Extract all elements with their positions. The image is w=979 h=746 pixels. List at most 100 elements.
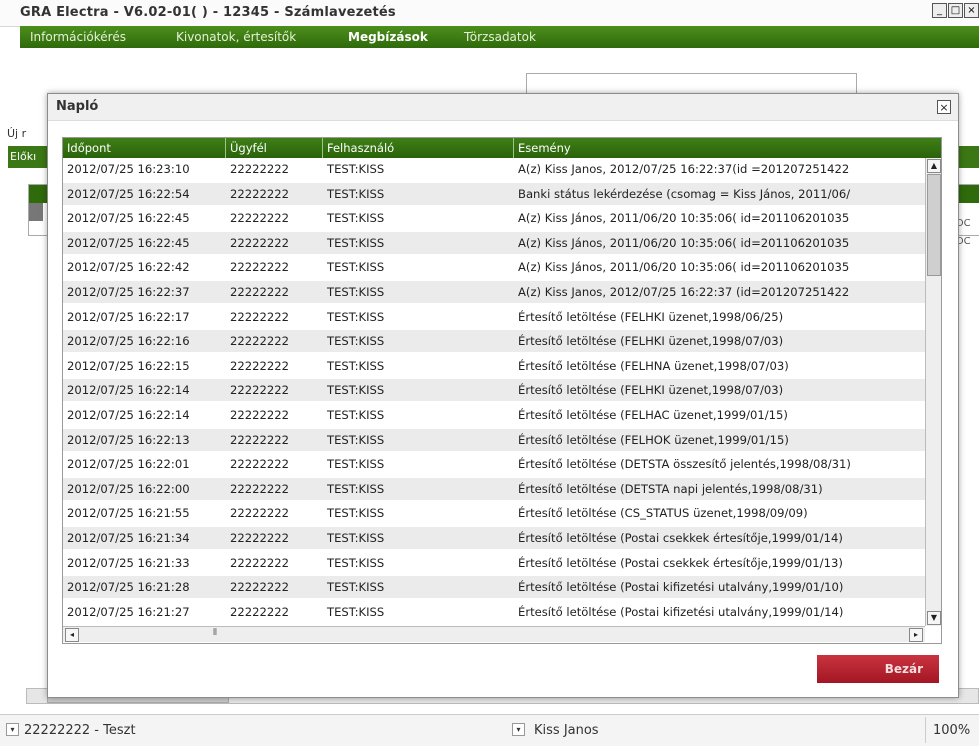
cell-esemeny: A(z) Kiss János, 2011/06/20 10:35:06( id… xyxy=(518,235,850,250)
table-row[interactable]: 2012/07/25 16:21:28 22222222 TEST:KISS Érte… xyxy=(63,576,925,599)
table-row[interactable]: 2012/07/25 16:22:14 22222222 TEST:KISS Érte… xyxy=(63,379,925,402)
cell-felhasznalo: TEST:KISS xyxy=(327,555,385,570)
menu-item-megbizasok[interactable]: Megbízások xyxy=(348,30,428,44)
window-title: GRA Electra - V6.02-01( ) - 12345 - Szám… xyxy=(20,5,396,20)
statusbar: ▾ 22222222 - Teszt ▾ Kiss Janos 100% xyxy=(0,714,979,746)
table-row[interactable]: 2012/07/25 16:22:13 22222222 TEST:KISS Érte… xyxy=(63,428,925,451)
cell-idopont: 2012/07/25 16:22:42 xyxy=(67,260,190,275)
table-row[interactable]: 2012/07/25 16:22:45 22222222 TEST:KISS A(z)… xyxy=(63,207,925,230)
cell-idopont: 2012/07/25 16:22:14 xyxy=(67,383,190,398)
table-row[interactable]: 2012/07/25 16:22:16 22222222 TEST:KISS Érte… xyxy=(63,330,925,353)
side-tab-label: Előkı xyxy=(10,150,37,163)
table-row[interactable]: 2012/07/25 16:22:14 22222222 TEST:KISS Érte… xyxy=(63,404,925,426)
cell-esemeny: A(z) Kiss János, 2011/06/20 10:35:06( id… xyxy=(518,260,850,275)
cell-felhasznalo: TEST:KISS xyxy=(327,408,385,422)
cell-esemeny: Értesítő letöltése (Postai csekkek értes… xyxy=(518,531,843,545)
statusbar-separator xyxy=(925,717,926,743)
cell-ugyfel: 22222222 xyxy=(230,334,290,349)
horizontal-scrollbar[interactable]: ◂ ⦀ ▸ xyxy=(63,626,925,642)
window-titlebar: GRA Electra - V6.02-01( ) - 12345 - Szám… xyxy=(0,0,979,27)
scroll-left-icon[interactable]: ◂ xyxy=(65,628,79,642)
user-dropdown-icon[interactable]: ▾ xyxy=(512,723,525,736)
cell-esemeny: Értesítő letöltése (FELHKI üzenet,1998/0… xyxy=(518,309,784,324)
cell-idopont: 2012/07/25 16:22:15 xyxy=(67,358,190,373)
column-header-ugyfel[interactable]: Ügyfél xyxy=(226,138,323,158)
vertical-scrollbar[interactable]: ▲ ▼ xyxy=(925,158,941,626)
log-table: Időpont Ügyfél Felhasználó Esemény 2012/… xyxy=(62,137,942,644)
cell-esemeny: Értesítő letöltése (Postai kifizetési ut… xyxy=(518,580,844,595)
scroll-down-icon[interactable]: ▼ xyxy=(927,611,941,625)
cell-felhasznalo: TEST:KISS xyxy=(327,186,385,201)
cell-ugyfel: 22222222 xyxy=(230,358,290,373)
close-window-button[interactable]: × xyxy=(964,3,979,18)
table-row[interactable]: 2012/07/25 16:22:54 22222222 TEST:KISS Bank… xyxy=(63,182,925,205)
cell-ugyfel: 22222222 xyxy=(230,235,290,250)
cell-idopont: 2012/07/25 16:23:10 xyxy=(67,162,190,176)
cell-felhasznalo: TEST:KISS xyxy=(327,481,385,496)
minimize-button[interactable]: _ xyxy=(932,3,947,18)
cell-idopont: 2012/07/25 16:21:28 xyxy=(67,580,190,595)
cell-ugyfel: 22222222 xyxy=(230,481,290,496)
client-selector[interactable]: 22222222 - Teszt xyxy=(24,723,136,738)
cell-esemeny: Értesítő letöltése (DETSTA összesítő jel… xyxy=(518,457,851,472)
log-table-header: Időpont Ügyfél Felhasználó Esemény xyxy=(63,138,941,158)
cell-esemeny: Értesítő letöltése (FELHAC üzenet,1999/0… xyxy=(518,408,788,422)
table-row[interactable]: 2012/07/25 16:22:42 22222222 TEST:KISS A(z)… xyxy=(63,256,925,279)
table-row[interactable]: 2012/07/25 16:21:27 22222222 TEST:KISS Érte… xyxy=(63,600,925,623)
table-row[interactable]: 2012/07/25 16:23:10 22222222 TEST:KISS A(z)… xyxy=(63,158,925,180)
cell-idopont: 2012/07/25 16:21:33 xyxy=(67,555,190,570)
table-row[interactable]: 2012/07/25 16:22:17 22222222 TEST:KISS Érte… xyxy=(63,305,925,328)
table-row[interactable]: 2012/07/25 16:22:15 22222222 TEST:KISS Érte… xyxy=(63,354,925,377)
vertical-scroll-thumb[interactable] xyxy=(927,174,941,276)
table-row[interactable]: 2012/07/25 16:22:37 22222222 TEST:KISS A(z)… xyxy=(63,281,925,303)
client-dropdown-icon[interactable]: ▾ xyxy=(6,723,19,736)
dialog-titlebar: Napló × xyxy=(48,94,958,121)
menu-item-torzsadatok[interactable]: Törzsadatok xyxy=(464,30,536,44)
cell-felhasznalo: TEST:KISS xyxy=(327,211,385,226)
cell-esemeny: Értesítő letöltése (FELHOK üzenet,1999/0… xyxy=(518,432,789,447)
scroll-right-icon[interactable]: ▸ xyxy=(909,628,923,642)
scroll-up-icon[interactable]: ▲ xyxy=(927,159,941,173)
cell-idopont: 2012/07/25 16:22:54 xyxy=(67,186,190,201)
table-row[interactable]: 2012/07/25 16:21:33 22222222 TEST:KISS Érte… xyxy=(63,551,925,574)
menu-item-informaciokeres[interactable]: Információkérés xyxy=(30,30,126,44)
table-row[interactable]: 2012/07/25 16:22:01 22222222 TEST:KISS Érte… xyxy=(63,453,925,476)
cell-ugyfel: 22222222 xyxy=(230,211,290,226)
cell-felhasznalo: TEST:KISS xyxy=(327,235,385,250)
new-label: Új r xyxy=(7,127,27,140)
log-dialog: Napló × Időpont Ügyfél Felhasználó Esemé… xyxy=(47,93,959,698)
table-row[interactable]: 2012/07/25 16:21:55 22222222 TEST:KISS Érte… xyxy=(63,502,925,525)
background-table-row[interactable] xyxy=(29,203,43,221)
main-menu: Információkérés Kivonatok, értesítők Meg… xyxy=(20,26,979,48)
cell-esemeny: Értesítő letöltése (FELHKI üzenet,1998/0… xyxy=(518,334,784,349)
cell-ugyfel: 22222222 xyxy=(230,604,290,619)
close-button[interactable]: Bezár xyxy=(817,655,939,683)
cell-idopont: 2012/07/25 16:22:16 xyxy=(67,334,190,349)
cell-esemeny: A(z) Kiss Janos, 2012/07/25 16:22:37 (id… xyxy=(518,285,850,299)
menu-item-kivonatok[interactable]: Kivonatok, értesítők xyxy=(176,30,296,44)
table-row[interactable]: 2012/07/25 16:22:45 22222222 TEST:KISS A(z)… xyxy=(63,231,925,254)
cell-idopont: 2012/07/25 16:22:00 xyxy=(67,481,190,496)
cell-ugyfel: 22222222 xyxy=(230,408,290,422)
cell-ugyfel: 22222222 xyxy=(230,506,290,521)
user-selector[interactable]: Kiss Janos xyxy=(534,723,599,738)
window-controls: _ □ × xyxy=(931,3,979,18)
table-row[interactable]: 2012/07/25 16:22:00 22222222 TEST:KISS Érte… xyxy=(63,477,925,500)
dialog-close-icon[interactable]: × xyxy=(937,100,951,114)
cell-felhasznalo: TEST:KISS xyxy=(327,260,385,275)
column-header-idopont[interactable]: Időpont xyxy=(63,138,226,158)
column-header-felhasznalo[interactable]: Felhasználó xyxy=(323,138,514,158)
maximize-button[interactable]: □ xyxy=(948,3,963,18)
dialog-title: Napló xyxy=(56,99,99,114)
cell-ugyfel: 22222222 xyxy=(230,580,290,595)
cell-ugyfel: 22222222 xyxy=(230,309,290,324)
cell-felhasznalo: TEST:KISS xyxy=(327,580,385,595)
cell-ugyfel: 22222222 xyxy=(230,531,290,545)
column-header-esemeny[interactable]: Esemény xyxy=(514,138,941,158)
cell-idopont: 2012/07/25 16:22:45 xyxy=(67,211,190,226)
cell-esemeny: Értesítő letöltése (FELHNA üzenet,1998/0… xyxy=(518,358,789,373)
table-row[interactable]: 2012/07/25 16:21:34 22222222 TEST:KISS Érte… xyxy=(63,527,925,549)
cell-idopont: 2012/07/25 16:22:01 xyxy=(67,457,190,472)
cell-ugyfel: 22222222 xyxy=(230,162,290,176)
cell-esemeny: Értesítő letöltése (Postai csekkek értes… xyxy=(518,555,843,570)
